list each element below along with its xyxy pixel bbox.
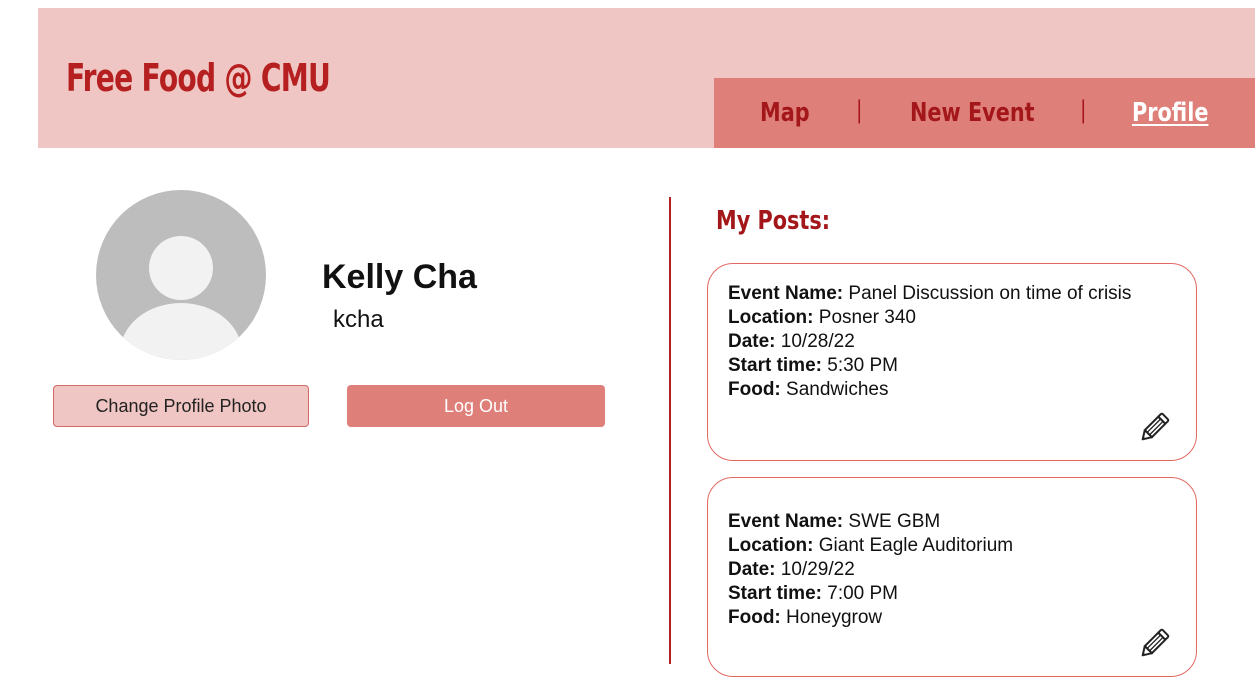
- event-name-label: Event Name:: [728, 283, 844, 304]
- food-label: Food:: [728, 379, 781, 400]
- location-value: Posner 340: [818, 307, 916, 328]
- date-value: 10/28/22: [780, 331, 855, 352]
- post-event-name-row: Event Name: SWE GBM: [728, 510, 1156, 534]
- start-time-value: 5:30 PM: [827, 355, 899, 376]
- nav-map[interactable]: Map: [760, 98, 810, 128]
- post-food-row: Food: Sandwiches: [728, 378, 1156, 402]
- location-label: Location:: [728, 535, 814, 556]
- date-label: Date:: [728, 331, 776, 352]
- default-user-body: [120, 303, 242, 360]
- nav-separator: |: [856, 96, 863, 124]
- header: Free Food @ CMU Map | New Event | Profil…: [38, 8, 1255, 148]
- post-card: Event Name: Panel Discussion on time of …: [707, 263, 1197, 461]
- vertical-divider: [669, 197, 671, 664]
- post-start-time-row: Start time: 5:30 PM: [728, 354, 1156, 378]
- post-date-row: Date: 10/28/22: [728, 330, 1156, 354]
- post-location-row: Location: Posner 340: [728, 306, 1156, 330]
- food-label: Food:: [728, 607, 781, 628]
- post-food-row: Food: Honeygrow: [728, 606, 1156, 630]
- nav-new-event[interactable]: New Event: [910, 98, 1035, 128]
- post-card: Event Name: SWE GBM Location: Giant Eagl…: [707, 477, 1197, 677]
- post-event-name-row: Event Name: Panel Discussion on time of …: [728, 282, 1156, 306]
- profile-name: Kelly Cha: [322, 258, 477, 296]
- start-time-label: Start time:: [728, 583, 822, 604]
- event-name-label: Event Name:: [728, 511, 844, 532]
- pencil-icon[interactable]: [1136, 410, 1172, 446]
- food-value: Honeygrow: [786, 607, 883, 628]
- nav-bar: Map | New Event | Profile: [714, 78, 1255, 148]
- post-details: Event Name: Panel Discussion on time of …: [728, 282, 1156, 402]
- location-value: Giant Eagle Auditorium: [818, 535, 1014, 556]
- post-location-row: Location: Giant Eagle Auditorium: [728, 534, 1156, 558]
- profile-username: kcha: [333, 306, 384, 333]
- food-value: Sandwiches: [786, 379, 889, 400]
- default-user-icon: [149, 236, 213, 300]
- event-name-value: Panel Discussion on time of crisis: [848, 283, 1132, 304]
- posts-heading: My Posts:: [716, 206, 831, 236]
- post-start-time-row: Start time: 7:00 PM: [728, 582, 1156, 606]
- nav-profile[interactable]: Profile: [1132, 98, 1208, 128]
- start-time-value: 7:00 PM: [827, 583, 899, 604]
- nav-separator: |: [1080, 96, 1087, 124]
- date-label: Date:: [728, 559, 776, 580]
- post-date-row: Date: 10/29/22: [728, 558, 1156, 582]
- start-time-label: Start time:: [728, 355, 822, 376]
- site-title[interactable]: Free Food @ CMU: [66, 56, 331, 100]
- post-details: Event Name: SWE GBM Location: Giant Eagl…: [728, 510, 1156, 630]
- log-out-button[interactable]: Log Out: [347, 385, 605, 427]
- date-value: 10/29/22: [780, 559, 855, 580]
- avatar: [96, 190, 266, 360]
- location-label: Location:: [728, 307, 814, 328]
- pencil-icon[interactable]: [1136, 626, 1172, 662]
- event-name-value: SWE GBM: [848, 511, 941, 532]
- change-profile-photo-button[interactable]: Change Profile Photo: [53, 385, 309, 427]
